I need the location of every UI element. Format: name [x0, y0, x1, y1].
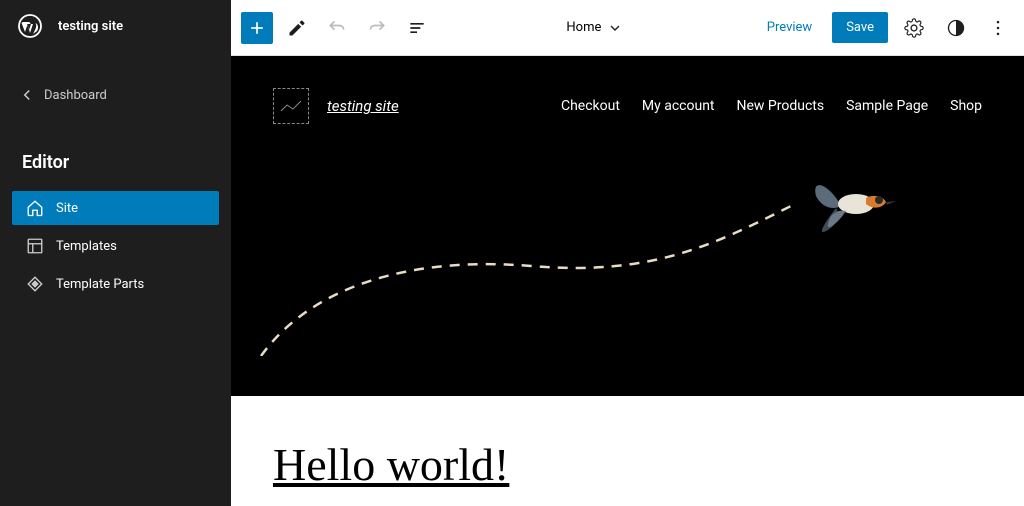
site-logo-placeholder[interactable] [273, 88, 309, 124]
more-options-button[interactable] [982, 12, 1014, 44]
tools-button[interactable] [281, 12, 313, 44]
sidebar-item-label: Templates [56, 239, 117, 254]
list-view-button[interactable] [401, 12, 433, 44]
toolbar-left [241, 12, 433, 44]
navigation-block[interactable]: Checkout My account New Products Sample … [561, 98, 982, 114]
flight-path-icon [261, 206, 791, 356]
sidebar-item-label: Template Parts [56, 277, 144, 292]
plus-icon [247, 18, 267, 38]
redo-button[interactable] [361, 12, 393, 44]
contrast-icon [946, 18, 966, 38]
settings-button[interactable] [898, 12, 930, 44]
chevron-down-icon [607, 20, 623, 36]
gear-icon [904, 18, 924, 38]
list-view-icon [407, 18, 427, 38]
editor-toolbar: Home Preview Save [231, 0, 1024, 56]
sidebar-item-template-parts[interactable]: Template Parts [12, 267, 219, 301]
site-name[interactable]: testing site [58, 19, 123, 34]
nav-item-shop[interactable]: Shop [950, 98, 982, 114]
image-placeholder-icon [279, 97, 303, 115]
chevron-left-icon [18, 86, 36, 104]
section-title: Editor [0, 152, 231, 173]
sidebar-nav: Site Templates Template Parts [0, 191, 231, 301]
admin-sidebar: testing site Dashboard Editor Site Templ… [0, 0, 231, 506]
preview-button[interactable]: Preview [757, 14, 822, 41]
template-selector[interactable]: Home [433, 20, 757, 36]
sidebar-item-label: Site [56, 201, 78, 216]
styles-button[interactable] [940, 12, 972, 44]
nav-item-account[interactable]: My account [642, 98, 715, 114]
undo-icon [327, 18, 347, 38]
layout-icon [26, 237, 44, 255]
main-area: Home Preview Save testin [231, 0, 1024, 506]
pencil-icon [287, 18, 307, 38]
undo-button[interactable] [321, 12, 353, 44]
header-row: testing site Checkout My account New Pro… [273, 88, 982, 124]
site-header-block[interactable]: testing site Checkout My account New Pro… [231, 56, 1024, 396]
editor-canvas[interactable]: testing site Checkout My account New Pro… [231, 56, 1024, 506]
nav-item-checkout[interactable]: Checkout [561, 98, 620, 114]
nav-item-sample[interactable]: Sample Page [846, 98, 928, 114]
add-block-button[interactable] [241, 12, 273, 44]
template-name: Home [566, 20, 601, 35]
hero-illustration [231, 156, 1024, 356]
home-icon [26, 199, 44, 217]
sidebar-header: testing site [0, 0, 231, 52]
redo-icon [367, 18, 387, 38]
post-title-block[interactable]: Hello world! [231, 396, 1024, 506]
sidebar-item-templates[interactable]: Templates [12, 229, 219, 263]
toolbar-right: Preview Save [757, 12, 1014, 44]
site-title-block[interactable]: testing site [327, 97, 399, 115]
back-to-dashboard-link[interactable]: Dashboard [0, 76, 231, 114]
bird-icon [815, 185, 896, 232]
diamond-icon [26, 275, 44, 293]
nav-item-products[interactable]: New Products [737, 98, 825, 114]
site-branding: testing site [273, 88, 399, 124]
wordpress-logo-icon[interactable] [16, 12, 44, 40]
sidebar-item-site[interactable]: Site [12, 191, 219, 225]
dots-vertical-icon [988, 18, 1008, 38]
save-button[interactable]: Save [832, 12, 888, 43]
back-label: Dashboard [44, 88, 107, 103]
